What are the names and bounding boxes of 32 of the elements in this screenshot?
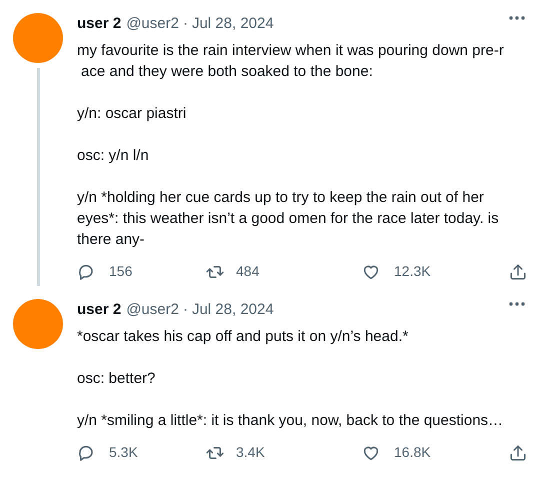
reply-count[interactable]: 156 — [109, 261, 132, 282]
post-text: ace and they were both soaked to the bone: — [80, 62, 374, 82]
like-count[interactable]: 12.3K — [394, 261, 431, 282]
avatar[interactable] — [13, 13, 63, 63]
post-text: osc: y/n l/n — [77, 146, 150, 166]
heart-icon[interactable] — [362, 444, 380, 462]
post-text: osc: better? — [77, 369, 156, 389]
post-text: y/n: oscar piastri — [77, 104, 188, 124]
post-text: my favourite is the rain interview when it was pouring down pre-r — [77, 41, 505, 61]
post-text: y/n *smiling a little*: it is thank you, now, back to the questions… — [77, 411, 504, 431]
author-name[interactable]: user 2 — [77, 300, 122, 320]
separator: · — [182, 14, 188, 34]
speech-bubble-icon[interactable] — [77, 444, 95, 462]
post-text: *oscar takes his cap off and puts it on y/n’s head.* — [77, 327, 410, 347]
speech-bubble-icon[interactable] — [77, 262, 95, 280]
separator: · — [182, 300, 188, 320]
like-count[interactable]: 16.8K — [394, 442, 431, 463]
post-date[interactable]: Jul 28, 2024 — [192, 14, 274, 34]
author-name[interactable]: user 2 — [77, 14, 122, 34]
author-handle[interactable]: @user2 — [126, 14, 179, 34]
heart-icon[interactable] — [362, 262, 380, 280]
more-icon[interactable] — [509, 302, 525, 306]
retweet-count[interactable]: 3.4K — [236, 442, 265, 463]
more-icon[interactable] — [509, 16, 525, 20]
author-handle[interactable]: @user2 — [126, 300, 179, 320]
avatar[interactable] — [13, 299, 63, 349]
post-date[interactable]: Jul 28, 2024 — [192, 300, 274, 320]
reply-count[interactable]: 5.3K — [109, 442, 138, 463]
post-text: y/n *holding her cue cards up to try to keep the rain out of her eyes*: this weather isn’t a good omen for the race later today. is there any- — [77, 188, 500, 250]
share-icon[interactable] — [509, 444, 527, 462]
share-icon[interactable] — [509, 262, 527, 280]
retweet-count[interactable]: 484 — [236, 261, 260, 282]
